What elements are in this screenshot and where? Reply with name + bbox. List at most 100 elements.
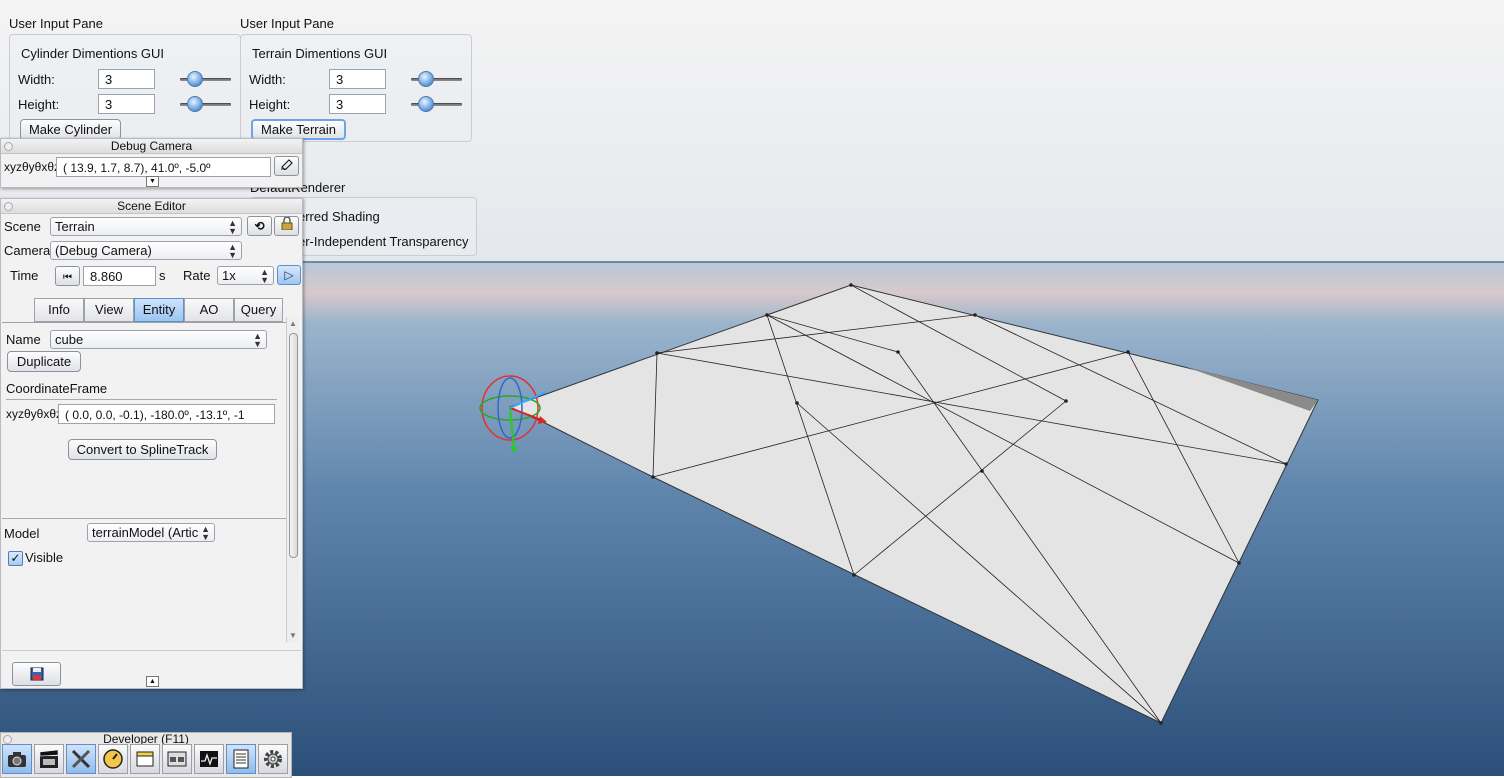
window-title-text: Debug Camera bbox=[110, 139, 193, 153]
camera-select-value: (Debug Camera) bbox=[55, 243, 152, 258]
visible-checkbox[interactable]: ✓ bbox=[8, 551, 23, 566]
terrain-height-slider[interactable] bbox=[411, 96, 462, 112]
cylinder-width-field[interactable]: 3 bbox=[98, 69, 155, 89]
select-arrows-icon: ▲ ▼ bbox=[228, 218, 237, 236]
debug-camera-window: Debug Camera xyzθyθxθz ( 13.9, 1.7, 8.7)… bbox=[0, 138, 303, 188]
duplicate-button[interactable]: Duplicate bbox=[7, 351, 81, 372]
reload-icon: ⟲ bbox=[254, 219, 265, 233]
select-arrows-icon: ▲ ▼ bbox=[260, 267, 269, 285]
entity-name-value: cube bbox=[55, 332, 84, 347]
log-icon[interactable] bbox=[226, 744, 256, 774]
cylinder-group: Cylinder Dimentions GUI Width: 3 Height:… bbox=[9, 34, 241, 142]
close-icon[interactable] bbox=[3, 735, 12, 744]
camera-coordinate-field[interactable]: ( 13.9, 1.7, 8.7), 41.0º, -5.0º bbox=[56, 157, 271, 177]
coordinate-label: xyzθyθxθz bbox=[4, 160, 61, 174]
model-select[interactable]: terrainModel (Artic ▲ ▼ bbox=[87, 523, 215, 542]
time-unit: s bbox=[159, 268, 166, 283]
close-icon[interactable] bbox=[4, 142, 13, 151]
slider-knob[interactable] bbox=[418, 96, 434, 112]
tools-icon[interactable] bbox=[66, 744, 96, 774]
coordinate-frame-heading: CoordinateFrame bbox=[6, 381, 108, 396]
select-arrows-icon: ▲ ▼ bbox=[253, 331, 262, 349]
pane-title: User Input Pane bbox=[9, 16, 103, 31]
window-title-text: Scene Editor bbox=[117, 199, 186, 213]
model-select-value: terrainModel (Artic bbox=[92, 525, 199, 540]
graph-icon[interactable] bbox=[194, 744, 224, 774]
deferred-shading-option[interactable]: erred Shading bbox=[298, 209, 380, 224]
play-icon: ▷ bbox=[284, 268, 294, 282]
camera-icon[interactable] bbox=[2, 744, 32, 774]
save-icon bbox=[30, 667, 43, 681]
close-icon[interactable] bbox=[4, 202, 13, 211]
cylinder-height-field[interactable]: 3 bbox=[98, 94, 155, 114]
cylinder-height-slider[interactable] bbox=[180, 96, 231, 112]
camera-label: Camera bbox=[4, 243, 51, 258]
rate-label: Rate bbox=[183, 268, 211, 283]
tab-ao[interactable]: AO bbox=[184, 298, 234, 322]
developer-toolbar: Developer (F11) bbox=[0, 732, 292, 778]
scene-select-value: Terrain bbox=[55, 219, 95, 234]
name-label: Name bbox=[6, 332, 41, 347]
rate-select-value: 1x bbox=[222, 268, 236, 283]
window-icon[interactable] bbox=[130, 744, 160, 774]
window-title[interactable]: Debug Camera bbox=[1, 139, 302, 154]
slider-knob[interactable] bbox=[187, 71, 203, 87]
play-button[interactable]: ▷ bbox=[277, 265, 301, 285]
select-arrows-icon: ▲ ▼ bbox=[228, 242, 237, 260]
terrain-width-field[interactable]: 3 bbox=[329, 69, 386, 89]
editor-tabs: Info View Entity AO Query bbox=[34, 298, 284, 322]
width-label: Width: bbox=[249, 72, 286, 87]
order-independent-transparency-option[interactable]: er-Independent Transparency bbox=[298, 234, 469, 249]
scene-editor-window: Scene Editor Scene Terrain ▲ ▼ ⟲ Camera (… bbox=[0, 198, 303, 689]
developer-title: Developer (F11) bbox=[103, 732, 189, 746]
frame-coordinate-label: xyzθyθxθz bbox=[6, 407, 63, 421]
time-label: Time bbox=[10, 268, 39, 283]
group-title: Cylinder Dimentions GUI bbox=[21, 46, 165, 61]
height-label: Height: bbox=[249, 97, 291, 112]
scrollbar[interactable]: ▲ ▼ bbox=[286, 317, 299, 642]
rewind-icon: ⏮ bbox=[63, 272, 72, 283]
tab-entity[interactable]: Entity bbox=[134, 298, 184, 322]
lock-button[interactable] bbox=[274, 216, 299, 236]
camera-select[interactable]: (Debug Camera) ▲ ▼ bbox=[50, 241, 242, 260]
scroll-thumb[interactable] bbox=[289, 333, 298, 558]
slider-knob[interactable] bbox=[418, 71, 434, 87]
scroll-down-icon[interactable]: ▼ bbox=[289, 631, 297, 640]
select-arrows-icon: ▲ ▼ bbox=[201, 524, 210, 542]
terrain-height-field[interactable]: 3 bbox=[329, 94, 386, 114]
gear-icon[interactable] bbox=[258, 744, 288, 774]
lock-icon bbox=[281, 216, 292, 231]
expand-down-icon[interactable]: ▼ bbox=[146, 176, 159, 187]
film-icon[interactable] bbox=[34, 744, 64, 774]
width-label: Width: bbox=[18, 72, 55, 87]
cylinder-width-slider[interactable] bbox=[180, 71, 231, 87]
clipboard-icon bbox=[280, 159, 293, 171]
convert-to-splinetrack-button[interactable]: Convert to SplineTrack bbox=[68, 439, 217, 460]
visible-label: Visible bbox=[25, 550, 64, 565]
rate-select[interactable]: 1x ▲ ▼ bbox=[217, 266, 274, 285]
reload-scene-button[interactable]: ⟲ bbox=[247, 216, 272, 236]
tab-query[interactable]: Query bbox=[234, 298, 283, 322]
profiler-icon[interactable] bbox=[98, 744, 128, 774]
entity-name-select[interactable]: cube ▲ ▼ bbox=[50, 330, 267, 349]
frame-coordinate-field[interactable]: ( 0.0, 0.0, -0.1), -180.0º, -13.1º, -1 bbox=[58, 404, 275, 424]
save-button[interactable] bbox=[12, 662, 61, 686]
tab-view[interactable]: View bbox=[84, 298, 134, 322]
group-title: Terrain Dimentions GUI bbox=[252, 46, 388, 61]
rewind-button[interactable]: ⏮ bbox=[55, 266, 80, 286]
model-label: Model bbox=[4, 526, 40, 541]
slider-knob[interactable] bbox=[187, 96, 203, 112]
make-terrain-button[interactable]: Make Terrain bbox=[251, 119, 346, 140]
scene-select[interactable]: Terrain ▲ ▼ bbox=[50, 217, 242, 236]
copy-camera-button[interactable] bbox=[274, 156, 299, 176]
scene-icon[interactable] bbox=[162, 744, 192, 774]
pane-title: User Input Pane bbox=[240, 16, 334, 31]
collapse-up-icon[interactable]: ▲ bbox=[146, 676, 159, 687]
time-field[interactable]: 8.860 bbox=[83, 266, 156, 286]
terrain-width-slider[interactable] bbox=[411, 71, 462, 87]
make-cylinder-button[interactable]: Make Cylinder bbox=[20, 119, 121, 140]
terrain-group: Terrain Dimentions GUI Width: 3 Height: … bbox=[240, 34, 472, 142]
window-title[interactable]: Scene Editor bbox=[1, 199, 302, 214]
tab-info[interactable]: Info bbox=[34, 298, 84, 322]
scroll-up-icon[interactable]: ▲ bbox=[289, 319, 297, 328]
